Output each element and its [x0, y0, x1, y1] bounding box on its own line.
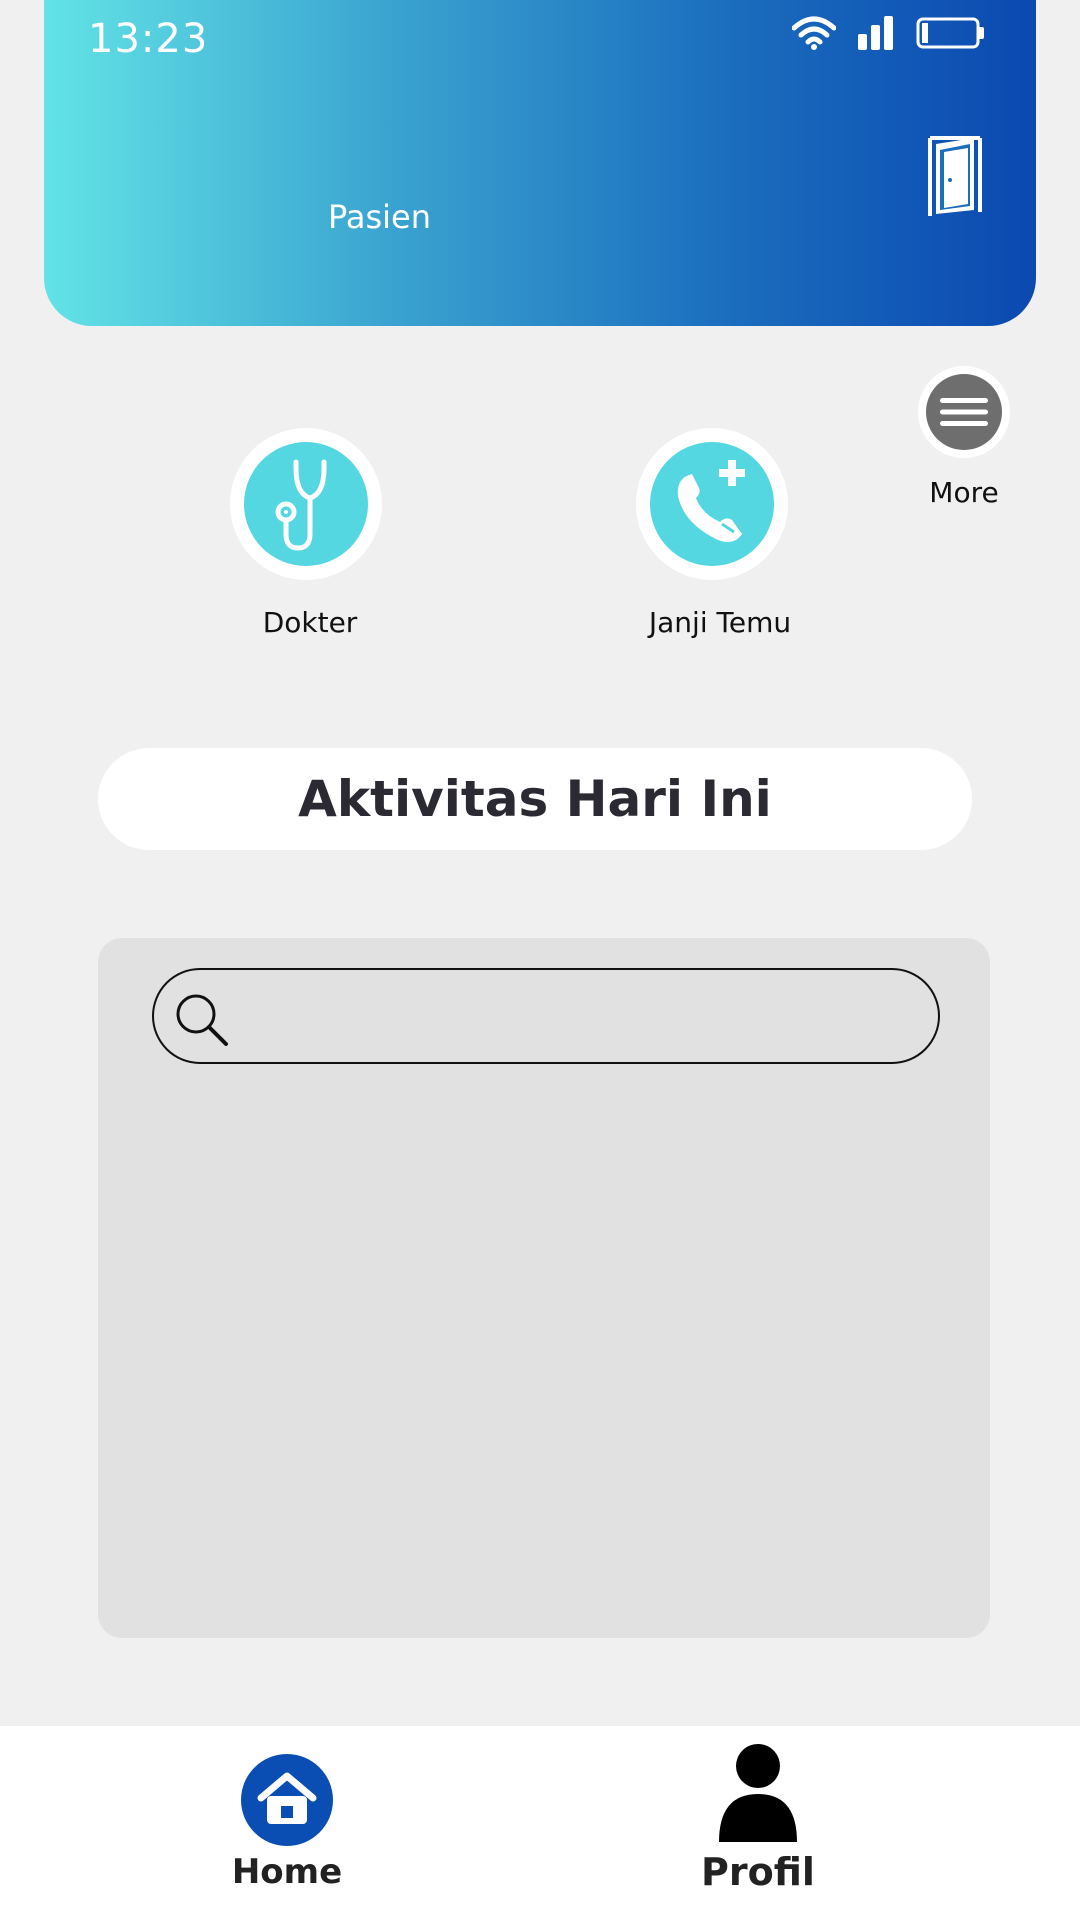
- search-input[interactable]: [244, 988, 908, 1046]
- menu-item-janji-temu[interactable]: Janji Temu: [634, 428, 806, 639]
- status-icons: [792, 16, 986, 50]
- bottom-nav: Home Profil: [0, 1726, 1080, 1920]
- nav-home[interactable]: Home: [230, 1754, 344, 1892]
- nav-profil[interactable]: Profil: [700, 1744, 816, 1894]
- janji-temu-label: Janji Temu: [648, 606, 792, 639]
- profile-icon[interactable]: [717, 1744, 799, 1844]
- home-label: Home: [231, 1852, 343, 1892]
- logout-door-icon[interactable]: [926, 136, 984, 222]
- dokter-label: Dokter: [262, 606, 358, 639]
- status-time: 13:23: [88, 16, 209, 62]
- search-icon: [176, 994, 228, 1046]
- phone-plus-icon: [677, 460, 745, 542]
- more-button[interactable]: More: [914, 366, 1014, 509]
- search-bar[interactable]: [152, 968, 940, 1064]
- activity-panel: [98, 938, 990, 1638]
- battery-icon: [916, 17, 984, 49]
- activity-title: Aktivitas Hari Ini: [98, 748, 972, 850]
- more-label: More: [929, 476, 999, 509]
- more-icon-circle[interactable]: [918, 366, 1010, 458]
- menu-item-dokter[interactable]: Dokter: [230, 428, 390, 639]
- hamburger-menu-icon: [940, 398, 988, 426]
- dokter-icon-circle[interactable]: [230, 428, 382, 580]
- wifi-icon: [792, 16, 836, 50]
- profil-label: Profil: [701, 1850, 815, 1894]
- role-label: Pasien: [328, 198, 431, 236]
- stethoscope-icon: [275, 459, 327, 551]
- home-icon[interactable]: [241, 1754, 333, 1846]
- janji-temu-icon-circle[interactable]: [636, 428, 788, 580]
- signal-icon: [858, 16, 893, 50]
